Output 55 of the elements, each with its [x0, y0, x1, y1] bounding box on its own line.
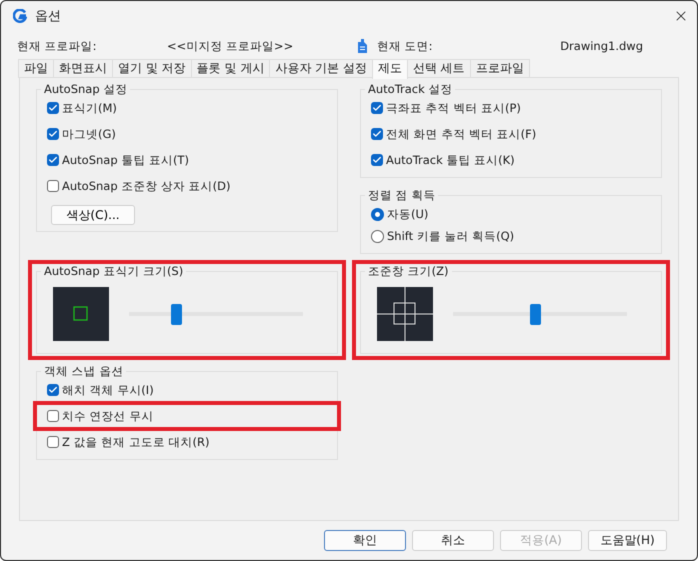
tab[interactable]: 제도: [372, 59, 408, 79]
dialog-button[interactable]: 확인: [324, 530, 406, 551]
checkbox-option[interactable]: 마그넷(G): [47, 123, 327, 145]
checkbox[interactable]: [371, 154, 383, 166]
group-title: 정렬 점 획득: [367, 188, 436, 203]
slider-thumb[interactable]: [530, 304, 541, 324]
drawing-label: 현재 도면:: [377, 38, 434, 54]
tab[interactable]: 프로파일: [470, 59, 530, 78]
group-title: AutoSnap 표식기 크기(S): [43, 264, 184, 279]
profile-value: <<미지정 프로파일>>: [167, 38, 294, 54]
checkmark-icon: [48, 155, 58, 165]
tab[interactable]: 파일: [18, 59, 54, 78]
checkbox-option[interactable]: 표식기(M): [47, 97, 327, 119]
radio-option[interactable]: Shift 키를 눌러 획득(Q): [371, 225, 651, 247]
checkbox[interactable]: [47, 180, 59, 192]
checkbox-option[interactable]: AutoTrack 툴팁 표시(K): [371, 149, 651, 171]
checkmark-icon: [48, 385, 58, 395]
checkbox[interactable]: [47, 102, 59, 114]
checkbox-option[interactable]: 해치 객체 무시(I): [47, 379, 327, 401]
drawing-value: Drawing1.dwg: [559, 39, 644, 53]
drawing-file-icon: [357, 39, 368, 53]
profile-label: 현재 프로파일:: [17, 38, 98, 54]
group-title: 객체 스냅 옵션: [43, 364, 124, 379]
slider-thumb[interactable]: [170, 304, 182, 324]
marker-preview-icon: [53, 287, 109, 341]
checkbox-option[interactable]: 극좌표 추적 벡터 표시(P): [371, 97, 651, 119]
aperture-preview-icon: [377, 287, 433, 341]
window-title: 옵션: [35, 8, 62, 25]
app-logo-icon: [13, 9, 27, 23]
checkbox[interactable]: [371, 102, 383, 114]
checkmark-icon: [372, 129, 382, 139]
radio-option[interactable]: 자동(U): [371, 203, 651, 225]
checkmark-icon: [372, 103, 382, 113]
checkbox-option[interactable]: AutoSnap 조준창 상자 표시(D): [47, 175, 327, 197]
dialog-button[interactable]: 도움말(H): [588, 530, 667, 551]
checkbox-option[interactable]: Z 값을 현재 고도로 대치(R): [47, 431, 327, 453]
group-title: AutoSnap 설정: [43, 82, 128, 97]
radio-button[interactable]: [371, 208, 384, 220]
checkmark-icon: [48, 103, 58, 113]
checkbox-option[interactable]: 전체 화면 추적 벡터 표시(F): [371, 123, 651, 145]
checkbox[interactable]: [371, 128, 383, 140]
checkbox-option[interactable]: 치수 연장선 무시: [47, 405, 327, 427]
checkbox[interactable]: [47, 384, 59, 396]
group-title: AutoTrack 설정: [367, 82, 454, 97]
checkmark-icon: [372, 155, 382, 165]
checkbox[interactable]: [47, 128, 59, 140]
checkbox-option[interactable]: AutoSnap 툴팁 표시(T): [47, 149, 327, 171]
group-title: 조준창 크기(Z): [367, 264, 450, 279]
checkbox[interactable]: [47, 410, 59, 422]
color-button[interactable]: 색상(C)...: [51, 205, 135, 225]
checkbox[interactable]: [47, 436, 59, 448]
dialog-button[interactable]: 취소: [412, 530, 494, 551]
radio-button[interactable]: [371, 230, 384, 242]
checkbox[interactable]: [47, 154, 59, 166]
checkmark-icon: [48, 129, 58, 139]
